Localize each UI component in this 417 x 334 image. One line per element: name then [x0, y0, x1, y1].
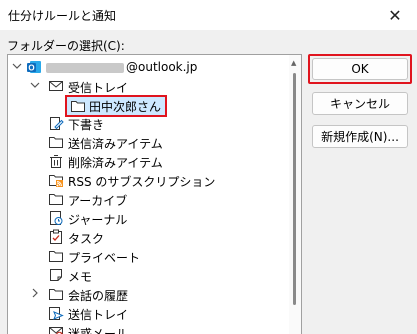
tree-row-junk[interactable]: 迷惑メール [8, 323, 289, 334]
tree-row-outbox[interactable]: 送信トレイ [8, 304, 289, 323]
outbox-label: 送信トレイ [68, 306, 128, 323]
close-icon: ✕ [388, 6, 401, 25]
folder-icon [48, 191, 64, 207]
title-bar: 仕分けルールと通知 ✕ [0, 0, 417, 30]
svg-text:O: O [28, 64, 34, 73]
ok-button[interactable]: OK [312, 58, 408, 80]
tree-row-notes[interactable]: メモ [8, 266, 289, 285]
scroll-up-arrow-icon[interactable]: ▲ [291, 59, 296, 67]
selected-folder-label: 田中次郎さん [89, 98, 161, 115]
tree-row-account[interactable]: O @outlook.jp [8, 58, 289, 77]
sent-label: 送信済みアイテム [68, 135, 163, 152]
folder-icon [48, 286, 64, 302]
folder-icon [48, 248, 64, 264]
folder-select-label: フォルダーの選択(C): [7, 37, 125, 54]
tree-row-inbox[interactable]: 受信トレイ [8, 77, 289, 96]
cancel-button[interactable]: キャンセル [312, 92, 408, 115]
tree-row-tasks[interactable]: タスク [8, 228, 289, 247]
note-icon [48, 267, 64, 283]
dialog-title: 仕分けルールと通知 [8, 7, 116, 24]
account-name-redacted [46, 63, 124, 73]
tree-row-deleted[interactable]: 削除済みアイテム [8, 152, 289, 171]
close-button[interactable]: ✕ [373, 0, 417, 30]
tree-row-sent[interactable]: 送信済みアイテム [8, 133, 289, 152]
tasks-label: タスク [68, 230, 104, 247]
archive-label: アーカイブ [68, 192, 127, 209]
private-label: プライベート [68, 249, 140, 266]
scroll-thumb[interactable] [293, 73, 296, 305]
journal-icon [48, 210, 64, 226]
notes-label: メモ [68, 268, 92, 285]
rss-label: RSS のサブスクリプション [68, 173, 215, 190]
inbox-icon [48, 78, 64, 94]
chevron-down-icon[interactable] [12, 61, 22, 73]
tree-row-archive[interactable]: アーカイブ [8, 190, 289, 209]
folder-icon [70, 98, 86, 114]
journal-label: ジャーナル [68, 211, 127, 228]
folder-icon [48, 134, 64, 150]
deleted-label: 削除済みアイテム [68, 154, 163, 171]
tree-row-drafts[interactable]: 下書き [8, 114, 289, 133]
drafts-pencil-icon [48, 115, 64, 131]
tree-row-journal[interactable]: ジャーナル [8, 209, 289, 228]
trash-icon [48, 153, 64, 169]
outlook-account-icon: O [26, 59, 42, 75]
account-name: @outlook.jp [46, 60, 197, 74]
tree-scrollbar[interactable]: ▲ [289, 55, 301, 334]
tree-row-private[interactable]: プライベート [8, 247, 289, 266]
folder-tree[interactable]: O @outlook.jp 受信トレイ 田中次郎さん [7, 54, 302, 334]
drafts-label: 下書き [68, 116, 104, 133]
conversation-history-label: 会話の履歴 [68, 287, 128, 304]
rss-folder-icon [48, 172, 64, 188]
chevron-right-icon[interactable] [30, 288, 40, 300]
new-folder-button[interactable]: 新規作成(N)... [312, 125, 408, 148]
tree-row-rss[interactable]: RSS のサブスクリプション [8, 171, 289, 190]
outbox-icon [48, 305, 64, 321]
chevron-down-icon[interactable] [30, 80, 40, 92]
task-clipboard-icon [48, 229, 64, 245]
tree-row-conversation-history[interactable]: 会話の履歴 [8, 285, 289, 304]
inbox-label: 受信トレイ [68, 79, 128, 96]
